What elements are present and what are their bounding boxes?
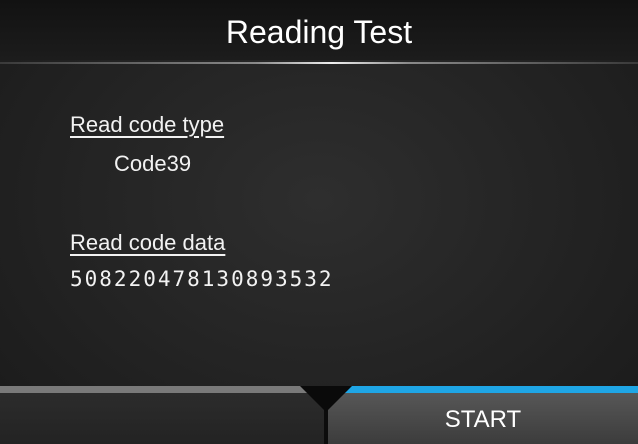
code-type-label: Read code type: [70, 112, 225, 137]
code-data-value: 508220478130893532: [70, 267, 334, 291]
code-data-label: Read code data: [70, 230, 226, 255]
page-title: Reading Test: [225, 14, 413, 50]
code-type-value: Code39: [114, 151, 192, 176]
start-button[interactable]: START: [328, 386, 638, 444]
header-bar: Reading Test: [0, 0, 638, 60]
softkey-pointer-icon: [300, 386, 352, 412]
left-softkey-button[interactable]: [0, 386, 324, 444]
header-divider: [0, 62, 638, 64]
start-button-label: START: [444, 406, 522, 433]
printer-screen: Reading Test Read code type Code39 Read …: [0, 0, 638, 444]
